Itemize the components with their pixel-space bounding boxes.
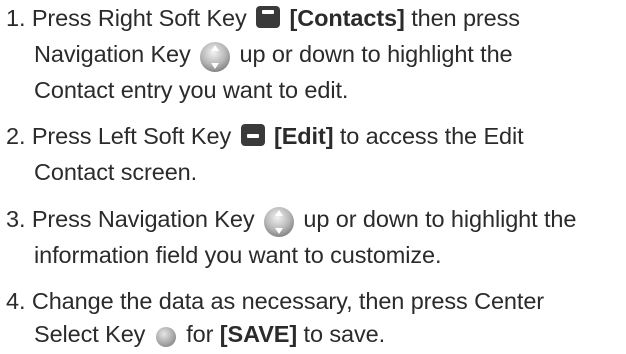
step-3-line-1: 3. Press Navigation Key up or down to hi… bbox=[6, 203, 621, 239]
step-text: to access the Edit bbox=[339, 123, 524, 149]
step-2: 2. Press Left Soft Key [Edit] to access … bbox=[6, 120, 621, 189]
step-number: 3. bbox=[6, 206, 26, 232]
key-label-contacts: [Contacts] bbox=[289, 5, 405, 31]
step-1-line-2: Navigation Key up or down to highlight t… bbox=[6, 38, 621, 74]
step-text: up or down to highlight the bbox=[239, 41, 513, 67]
step-4-line-2: Select Key for [SAVE] to save. bbox=[6, 318, 621, 354]
step-text: Navigation Key bbox=[34, 41, 191, 67]
step-number: 1. bbox=[6, 5, 26, 31]
step-1-line-1: 1. Press Right Soft Key [Contacts] then … bbox=[6, 2, 621, 38]
step-4-line-1: 4. Change the data as necessary, then pr… bbox=[6, 285, 621, 318]
step-number: 4. bbox=[6, 288, 26, 314]
step-3-line-2: information field you want to customize. bbox=[34, 242, 442, 268]
key-label-save: [SAVE] bbox=[219, 321, 298, 347]
step-1: 1. Press Right Soft Key [Contacts] then … bbox=[6, 2, 621, 107]
navigation-key-icon bbox=[263, 206, 295, 239]
step-text: for bbox=[186, 321, 214, 347]
center-select-key-icon bbox=[154, 321, 178, 354]
left-soft-key-icon bbox=[240, 123, 266, 156]
step-2-line-2: Contact screen. bbox=[34, 159, 198, 185]
step-3: 3. Press Navigation Key up or down to hi… bbox=[6, 203, 621, 272]
step-text: to save. bbox=[303, 321, 386, 347]
right-soft-key-icon bbox=[255, 5, 281, 38]
navigation-key-icon bbox=[199, 41, 231, 74]
step-1-line-3: Contact entry you want to edit. bbox=[34, 77, 349, 103]
key-label-edit: [Edit] bbox=[273, 123, 334, 149]
step-number: 2. bbox=[6, 123, 26, 149]
step-text: up or down to highlight the bbox=[303, 206, 577, 232]
step-text: then press bbox=[411, 5, 520, 31]
step-text: Press Right Soft Key bbox=[31, 5, 247, 31]
step-text: Press Navigation Key bbox=[31, 206, 255, 232]
step-text: Press Left Soft Key bbox=[31, 123, 232, 149]
step-text: Change the data as necessary, then press… bbox=[31, 288, 545, 314]
instruction-steps: 1. Press Right Soft Key [Contacts] then … bbox=[0, 0, 626, 353]
step-text: Select Key bbox=[34, 321, 146, 347]
step-2-line-1: 2. Press Left Soft Key [Edit] to access … bbox=[6, 120, 621, 156]
step-4: 4. Change the data as necessary, then pr… bbox=[6, 285, 621, 354]
